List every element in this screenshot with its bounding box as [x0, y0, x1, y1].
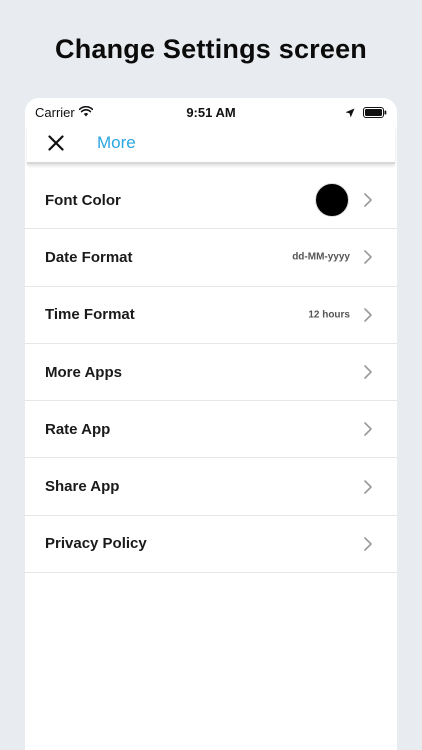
- font-color-swatch[interactable]: [315, 183, 349, 218]
- status-icons: [345, 106, 387, 121]
- settings-row-date-format[interactable]: Date Format dd-MM-yyyy: [25, 229, 397, 287]
- chevron-right-icon: [363, 421, 373, 437]
- nav-title: More: [97, 133, 136, 152]
- settings-row-time-format[interactable]: Time Format 12 hours: [25, 287, 397, 344]
- chevron-right-icon: [363, 479, 373, 495]
- settings-row-more-apps[interactable]: More Apps: [25, 344, 397, 402]
- row-label: More Apps: [45, 363, 122, 381]
- chevron-right-icon: [363, 536, 373, 552]
- navigation-bar: More: [27, 126, 395, 164]
- row-label: Rate App: [45, 420, 111, 438]
- row-label: Date Format: [45, 248, 133, 266]
- chevron-right-icon: [363, 249, 373, 265]
- row-label: Time Format: [45, 306, 135, 324]
- settings-row-privacy-policy[interactable]: Privacy Policy: [25, 516, 397, 574]
- phone-screen: Carrier 9:51 AM More Font Color Date For…: [25, 98, 397, 750]
- settings-list: Font Color Date Format dd-MM-yyyy Time F…: [25, 172, 397, 574]
- close-button[interactable]: [45, 132, 67, 154]
- chevron-right-icon: [363, 364, 373, 380]
- settings-row-font-color[interactable]: Font Color: [25, 172, 397, 230]
- location-arrow-icon: [345, 106, 355, 121]
- row-label: Share App: [45, 478, 120, 496]
- chevron-right-icon: [363, 192, 373, 208]
- clock: 9:51 AM: [186, 105, 236, 120]
- row-label: Font Color: [45, 191, 121, 209]
- row-value: dd-MM-yyyy: [292, 251, 350, 263]
- battery-icon: [363, 106, 387, 121]
- page-headline: Change Settings screen: [55, 34, 367, 64]
- row-label: Privacy Policy: [45, 535, 147, 553]
- settings-row-rate-app[interactable]: Rate App: [25, 401, 397, 459]
- row-value: 12 hours: [308, 309, 350, 321]
- chevron-right-icon: [363, 307, 373, 323]
- settings-row-share-app[interactable]: Share App: [25, 458, 397, 516]
- close-icon: [48, 135, 64, 151]
- status-bar: Carrier 9:51 AM: [25, 98, 397, 126]
